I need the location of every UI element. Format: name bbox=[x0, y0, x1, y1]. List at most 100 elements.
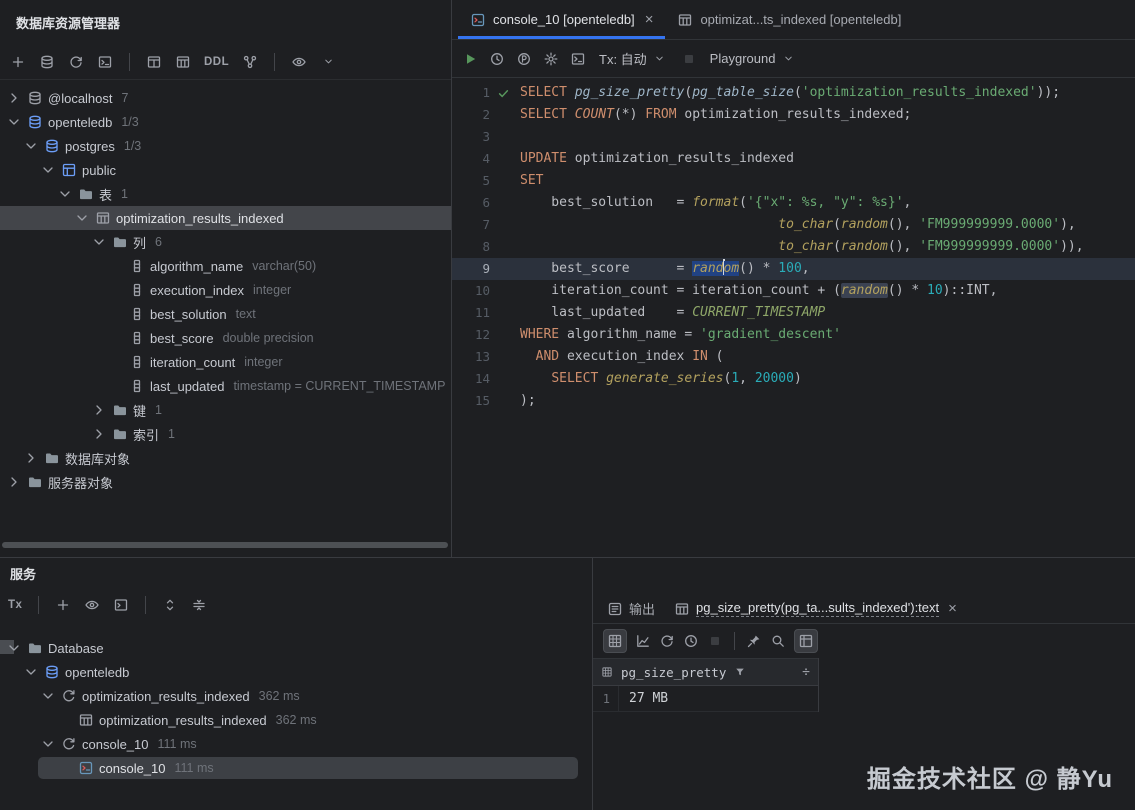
chart-icon[interactable] bbox=[635, 633, 651, 649]
updown-icon[interactable] bbox=[162, 597, 178, 613]
tree-item-node[interactable]: 键1 bbox=[0, 398, 451, 422]
result-tab[interactable]: 输出 bbox=[605, 594, 657, 623]
search-icon[interactable] bbox=[770, 633, 786, 649]
tree-item-last-updated[interactable]: last_updated timestamp = CURRENT_TIMESTAM… bbox=[0, 374, 451, 398]
tree-item-postgres[interactable]: postgres 1/3 bbox=[0, 134, 451, 158]
code-line-3[interactable]: 3 bbox=[452, 126, 1135, 148]
tree-item-public[interactable]: public bbox=[0, 158, 451, 182]
open-console-icon[interactable] bbox=[113, 597, 129, 613]
line-number: 11 bbox=[474, 305, 490, 320]
code-line-4[interactable]: 4 UPDATE optimization_results_indexed bbox=[452, 148, 1135, 170]
add-icon[interactable] bbox=[10, 54, 26, 70]
eye-icon[interactable] bbox=[84, 597, 100, 613]
stop-icon[interactable] bbox=[681, 51, 697, 67]
chevron-right-icon bbox=[91, 402, 107, 418]
clock-icon[interactable] bbox=[683, 633, 699, 649]
history-icon[interactable] bbox=[489, 51, 505, 67]
transpose-icon[interactable] bbox=[794, 629, 818, 653]
code-line-6[interactable]: 6 best_solution = format('{"x": %s, "y":… bbox=[452, 192, 1135, 214]
tree-item-execution-index[interactable]: execution_index integer bbox=[0, 278, 451, 302]
code-line-5[interactable]: 5 SET bbox=[452, 170, 1135, 192]
table-icon[interactable] bbox=[175, 54, 191, 70]
code-line-11[interactable]: 11 last_updated = CURRENT_TIMESTAMP bbox=[452, 302, 1135, 324]
tree-item-node[interactable]: 列6 bbox=[0, 230, 451, 254]
code-line-10[interactable]: 10 iteration_count = iteration_count + (… bbox=[452, 280, 1135, 302]
tree-item-node[interactable]: 数据库对象 bbox=[0, 446, 451, 470]
tree-item-openteledb[interactable]: openteledb 1/3 bbox=[0, 110, 451, 134]
ddl-button[interactable]: DDL bbox=[204, 56, 229, 68]
filter-icon[interactable] bbox=[732, 664, 748, 680]
layout-icon[interactable] bbox=[146, 54, 162, 70]
tree-item-optimization-results-indexed[interactable]: optimization_results_indexed bbox=[0, 206, 451, 230]
tree-label: optimization_results_indexed bbox=[82, 688, 250, 704]
tx-mode-dropdown[interactable]: Tx: 自动 bbox=[594, 49, 673, 68]
code-token: , bbox=[739, 371, 755, 386]
grid-icon[interactable] bbox=[603, 629, 627, 653]
code-line-7[interactable]: 7 to_char(random(), 'FM999999999.0000'), bbox=[452, 214, 1135, 236]
tx-button[interactable]: Tx bbox=[8, 599, 22, 611]
tree-item-node[interactable]: 表1 bbox=[0, 182, 451, 206]
settings-icon[interactable] bbox=[543, 51, 559, 67]
eye-icon[interactable] bbox=[291, 54, 307, 70]
refresh-icon[interactable] bbox=[659, 633, 675, 649]
app-window: 数据库资源管理器 DDL @localhost 7 openteledb 1/3 pos… bbox=[0, 0, 1135, 810]
code-token: () * bbox=[739, 261, 779, 276]
code-line-15[interactable]: 15); bbox=[452, 390, 1135, 412]
datasource-icon bbox=[27, 90, 43, 106]
diagram-icon[interactable] bbox=[242, 54, 258, 70]
chevron-small-icon[interactable] bbox=[320, 54, 336, 70]
horizontal-scrollbar-thumb[interactable] bbox=[2, 542, 448, 548]
tree-item-best-score[interactable]: best_score double precision bbox=[0, 326, 451, 350]
collapse-all-icon[interactable] bbox=[191, 597, 207, 613]
editor-tab[interactable]: optimizat...ts_indexed [openteledb] bbox=[665, 0, 913, 39]
stop-icon[interactable] bbox=[707, 633, 723, 649]
tree-item-localhost[interactable]: @localhost 7 bbox=[0, 86, 451, 110]
terminal-icon[interactable] bbox=[570, 51, 586, 67]
query-console-icon[interactable] bbox=[97, 54, 113, 70]
code-line-14[interactable]: 14 SELECT generate_series(1, 20000) bbox=[452, 368, 1135, 390]
column-settings-icon[interactable]: ÷ bbox=[802, 665, 812, 680]
tree-item-best-solution[interactable]: best_solution text bbox=[0, 302, 451, 326]
explorer-title: 数据库资源管理器 bbox=[16, 15, 121, 31]
gutter-spacer bbox=[490, 104, 520, 126]
tree-item-optimization-results-indexed[interactable]: optimization_results_indexed 362 ms bbox=[0, 708, 592, 732]
tree-item-iteration-count[interactable]: iteration_count integer bbox=[0, 350, 451, 374]
grid-icon bbox=[599, 664, 615, 680]
code-line-9[interactable]: 9 best_score = random() * 100, bbox=[452, 258, 1135, 280]
code-line-1[interactable]: 1 SELECT pg_size_pretty(pg_table_size('op… bbox=[452, 82, 1135, 104]
add-icon[interactable] bbox=[55, 597, 71, 613]
profile-icon[interactable] bbox=[516, 51, 532, 67]
result-tab[interactable]: pg_size_pretty(pg_ta...sults_indexed'):t… bbox=[672, 594, 959, 623]
tree-item-openteledb[interactable]: openteledb bbox=[0, 660, 592, 684]
run-icon[interactable] bbox=[462, 51, 478, 67]
close-icon[interactable]: × bbox=[948, 601, 957, 616]
result-row[interactable]: 1 27 MB bbox=[593, 686, 818, 712]
playground-dropdown[interactable]: Playground bbox=[705, 51, 802, 67]
datasource-icon[interactable] bbox=[39, 54, 55, 70]
code-line-8[interactable]: 8 to_char(random(), 'FM999999999.0000'))… bbox=[452, 236, 1135, 258]
code-line-13[interactable]: 13 AND execution_index IN ( bbox=[452, 346, 1135, 368]
tree-item-console-10[interactable]: console_10 111 ms bbox=[0, 732, 592, 756]
tree-item-console-10[interactable]: console_10 111 ms bbox=[0, 756, 592, 780]
tree-label: postgres bbox=[65, 138, 115, 154]
close-icon[interactable]: × bbox=[645, 12, 654, 27]
tree-label: optimization_results_indexed bbox=[99, 712, 267, 728]
editor-tab[interactable]: console_10 [openteledb] × bbox=[458, 0, 665, 39]
tree-item-database[interactable]: Database bbox=[0, 636, 592, 660]
code-line-12[interactable]: 12 WHERE algorithm_name = 'gradient_desce… bbox=[452, 324, 1135, 346]
tree-badge: 1/3 bbox=[121, 115, 139, 129]
tree-item-optimization-results-indexed[interactable]: optimization_results_indexed 362 ms bbox=[0, 684, 592, 708]
refresh-icon[interactable] bbox=[68, 54, 84, 70]
tree-item-algorithm-name[interactable]: algorithm_name varchar(50) bbox=[0, 254, 451, 278]
duration-label: 111 ms bbox=[174, 761, 214, 775]
code-line-2[interactable]: 2 SELECT COUNT(*) FROM optimization_resul… bbox=[452, 104, 1135, 126]
code-token: 10 bbox=[927, 283, 943, 298]
tree-item-node[interactable]: 服务器对象 bbox=[0, 470, 451, 494]
column-header[interactable]: pg_size_pretty ÷ bbox=[593, 658, 818, 686]
pin-icon[interactable] bbox=[746, 633, 762, 649]
tree-item-node[interactable]: 索引 1 bbox=[0, 422, 451, 446]
code-editor[interactable]: 1 SELECT pg_size_pretty(pg_table_size('op… bbox=[452, 78, 1135, 557]
